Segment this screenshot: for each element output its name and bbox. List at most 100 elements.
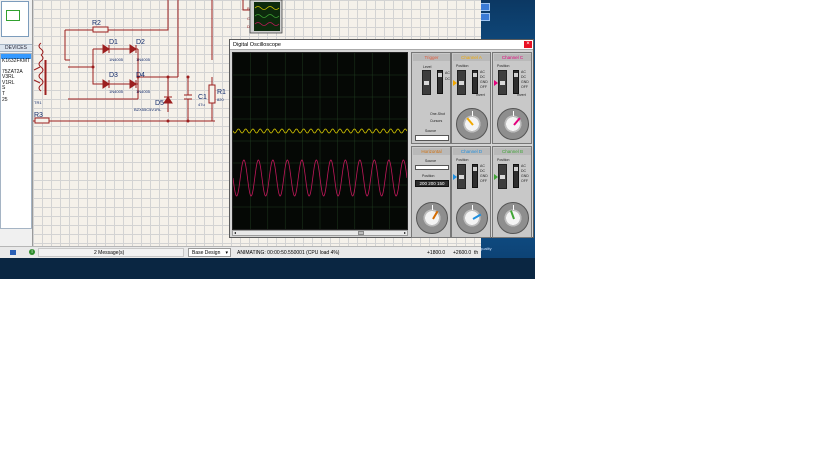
source-selector[interactable] (415, 135, 449, 141)
ref-c1[interactable]: C1 (198, 94, 207, 101)
part-d2: 1N4005 (136, 57, 151, 62)
switch-knob[interactable] (473, 73, 477, 77)
position-label: Position (497, 64, 510, 68)
off-label: OFF (521, 85, 528, 89)
position-label: Position (422, 174, 435, 178)
desktop-gadget-label: quality (480, 246, 492, 251)
channel-a-panel: Channel A Position AC DC GND OFF Invert (451, 52, 491, 144)
slider-knob[interactable] (459, 175, 464, 179)
horizontal-source-selector[interactable] (415, 165, 449, 170)
dial-pointer (513, 117, 521, 126)
ref-d5[interactable]: D5 (155, 100, 164, 107)
position-label: Position (456, 64, 469, 68)
oscilloscope-titlebar[interactable]: Digital Oscilloscope × (230, 40, 533, 50)
device-item[interactable]: K1632FKMT (1, 58, 31, 65)
part-d3: 1N4005 (109, 89, 124, 94)
chevron-down-icon: ▾ (225, 250, 228, 256)
ref-d1[interactable]: D1 (109, 39, 118, 46)
channel-d-position-slider[interactable] (457, 164, 466, 189)
scrollbar-thumb[interactable] (358, 231, 364, 235)
one-shot-label: One-Shot (430, 112, 445, 116)
ref-r1[interactable]: R1 (217, 89, 226, 96)
off-label: OFF (480, 85, 487, 89)
channel-d-coupling-switch[interactable] (472, 164, 478, 188)
position-label: Position (456, 158, 469, 162)
slider-knob[interactable] (500, 81, 505, 85)
level-label: Level (423, 65, 432, 69)
horizontal-title: Horizontal (413, 148, 450, 155)
oscilloscope-title: Digital Oscilloscope (233, 42, 281, 48)
part-d4: 1N4005 (136, 89, 151, 94)
design-select[interactable]: Base Design ▾ (188, 248, 231, 257)
animation-status: ANIMATING: 00:00:50.550001 (CPU load 4%) (237, 250, 340, 256)
dc-label: DC (480, 169, 486, 173)
channel-b-coupling-switch[interactable] (513, 164, 519, 188)
timebase-dial[interactable] (416, 202, 448, 234)
run-indicator-icon[interactable] (10, 250, 16, 255)
scroll-right-icon[interactable]: ▸ (404, 230, 406, 235)
dial-tick (472, 111, 473, 116)
dial-tick (513, 205, 514, 210)
svg-text:C: C (247, 16, 250, 21)
dial-pointer (509, 210, 515, 220)
ref-r2[interactable]: R2 (92, 20, 101, 27)
switch-knob[interactable] (514, 73, 518, 77)
channel-b-position-slider[interactable] (498, 164, 507, 189)
switch-knob[interactable] (438, 73, 442, 77)
desktop-icon[interactable] (480, 3, 490, 11)
messages-box[interactable]: 2 Message(s) (38, 248, 184, 257)
channel-c-bottom-panel: Channel D Position AC DC GND OFF (451, 146, 491, 238)
coordinate-readout: +1800.0 +2600.0 th (418, 248, 478, 257)
part-c1: 47u (198, 102, 205, 107)
overview-preview[interactable] (1, 1, 29, 37)
desktop-icon[interactable] (480, 13, 490, 21)
channel-a-volts-dial[interactable] (456, 108, 488, 140)
svg-text:D: D (247, 24, 250, 29)
x-coordinate: +1800.0 (427, 250, 446, 256)
info-icon[interactable]: i (29, 249, 35, 255)
switch-knob[interactable] (514, 167, 518, 171)
devices-list[interactable]: K1632FKMT 75ZAT2A V3RL V1RL S T 25 (0, 53, 32, 229)
slider-knob[interactable] (424, 81, 429, 85)
channel-c-marker (494, 80, 498, 86)
channel-c-position-slider[interactable] (498, 70, 507, 95)
oscilloscope-window: Digital Oscilloscope × ◂ ▸ Trigger Level… (229, 39, 534, 238)
source-label: Source (425, 159, 437, 163)
design-select-value: Base Design (192, 250, 221, 256)
channel-d-volts-dial[interactable] (456, 202, 488, 234)
channel-b-volts-dial[interactable] (497, 202, 529, 234)
switch-knob[interactable] (473, 167, 477, 171)
ref-r3[interactable]: R3 (34, 112, 43, 119)
scope-display[interactable] (232, 52, 408, 230)
dial-tick (472, 205, 473, 210)
device-item[interactable]: 25 (1, 97, 31, 104)
channel-b-panel: Channel C Position AC DC GND OFF Invert (492, 52, 532, 144)
close-icon[interactable]: × (524, 41, 532, 48)
part-r1: 820 (217, 97, 224, 102)
dc-label: DC (521, 169, 527, 173)
channel-c-coupling-switch[interactable] (513, 70, 519, 94)
channel-a-title: Channel A (453, 54, 490, 61)
dc-label: DC (480, 75, 486, 79)
scope-trace-plot (232, 53, 408, 229)
horizontal-position-display[interactable]: 200 200 150 (415, 180, 449, 187)
ref-d3[interactable]: D3 (109, 72, 118, 79)
ref-d4[interactable]: D4 (136, 72, 145, 79)
slider-knob[interactable] (500, 175, 505, 179)
svg-text:B: B (247, 6, 250, 11)
channel-a-coupling-switch[interactable] (472, 70, 478, 94)
channel-b-title: Channel C (494, 54, 531, 61)
display-scrollbar[interactable]: ◂ ▸ (232, 230, 408, 236)
trigger-title: Trigger (413, 54, 450, 61)
channel-a-position-slider[interactable] (457, 70, 466, 95)
scroll-left-icon[interactable]: ◂ (234, 230, 236, 235)
left-panel: DEVICES K1632FKMT 75ZAT2A V3RL V1RL S T … (0, 0, 33, 246)
trigger-level-slider[interactable] (422, 70, 431, 95)
source-label: Source (425, 129, 437, 133)
gnd-label: GND (480, 174, 488, 178)
channel-c-volts-dial[interactable] (497, 108, 529, 140)
windows-taskbar (0, 258, 535, 279)
ref-d2[interactable]: D2 (136, 39, 145, 46)
trigger-coupling-switch[interactable] (437, 70, 443, 94)
slider-knob[interactable] (459, 81, 464, 85)
